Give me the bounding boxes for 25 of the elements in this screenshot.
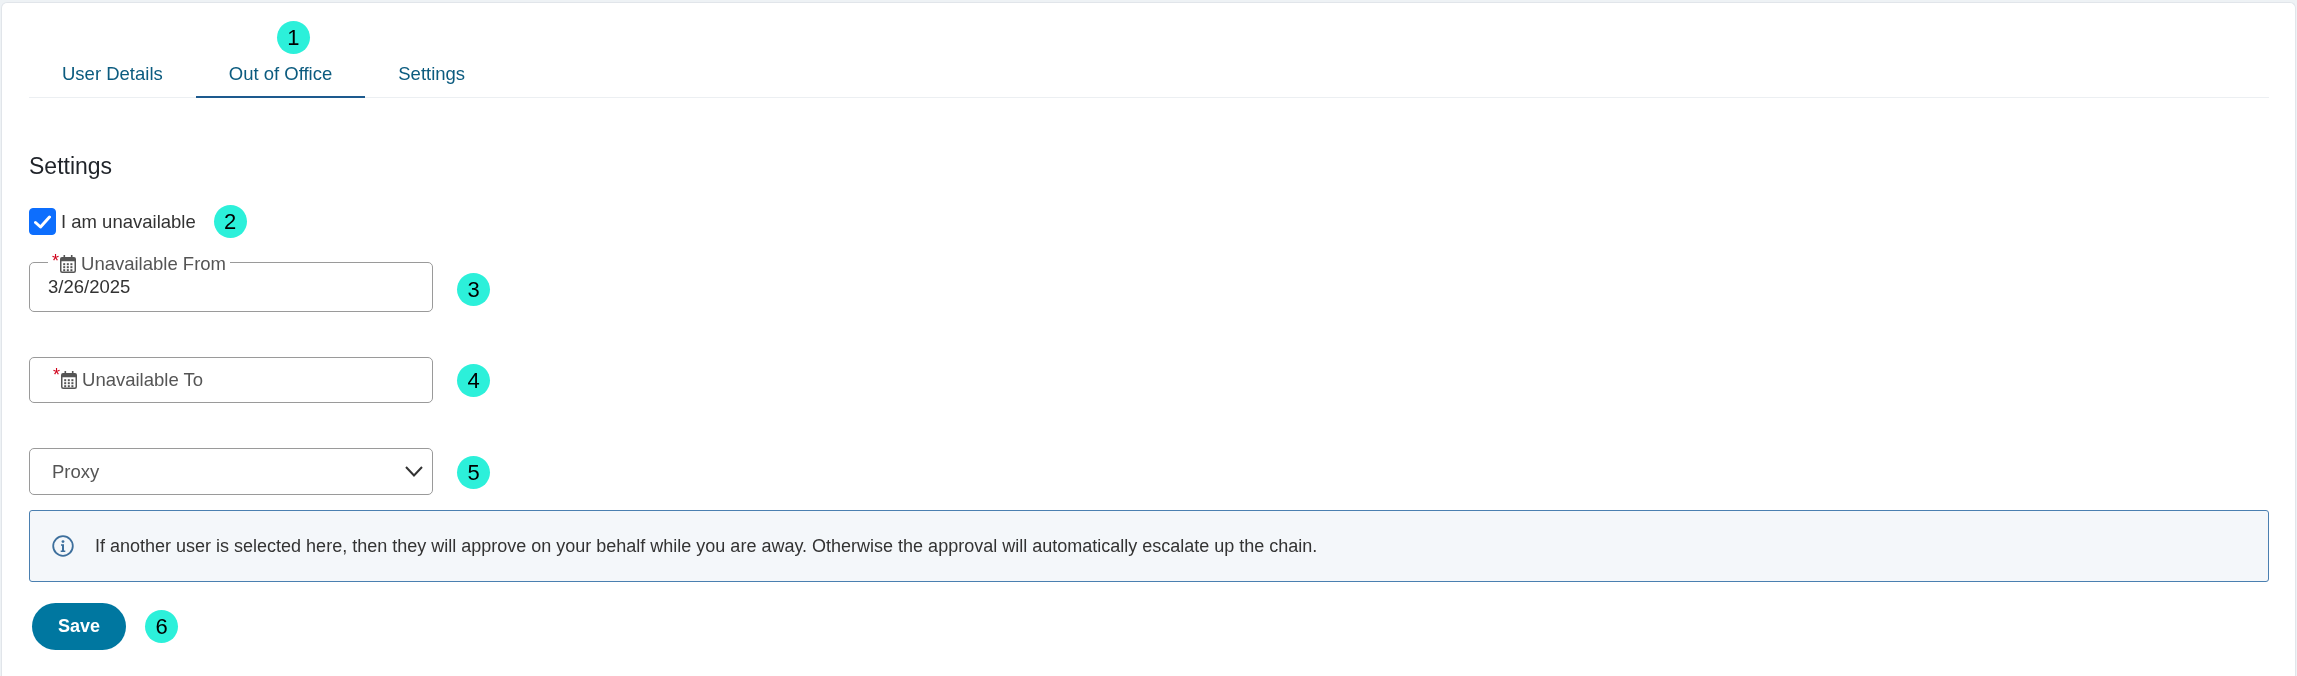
annotation-marker: 6 <box>145 610 178 643</box>
required-asterisk: * <box>53 366 60 384</box>
calendar-icon <box>61 371 77 389</box>
required-asterisk: * <box>52 252 59 270</box>
info-icon <box>52 535 74 557</box>
checkbox-label: I am unavailable <box>61 210 196 233</box>
annotation-marker: 2 <box>213 205 247 238</box>
annotation-marker: 3 <box>457 273 490 306</box>
date-field[interactable]: * Unavailable To <box>29 357 433 403</box>
annotation-marker: 4 <box>457 364 490 397</box>
field-label: Unavailable From <box>81 253 226 275</box>
check-icon <box>34 214 51 229</box>
checkbox[interactable] <box>29 208 56 235</box>
tab[interactable]: Settings <box>365 48 499 98</box>
tab[interactable]: User Details <box>29 48 196 98</box>
section-heading: Settings <box>29 152 113 180</box>
field-label: Unavailable To <box>82 368 204 392</box>
annotation-marker: 1 <box>276 21 310 54</box>
calendar-icon <box>60 255 76 273</box>
annotation-marker: 5 <box>457 456 490 489</box>
date-value: 3/26/2025 <box>48 275 132 299</box>
info-text: If another user is selected here, then they will approve on your behalf while you are away. Otherwise the approval will automatically escalate up the chain. <box>95 535 1318 557</box>
save-button[interactable]: Save <box>32 603 126 650</box>
proxy-select[interactable]: Proxy <box>29 448 433 495</box>
chevron-down-icon <box>405 466 423 477</box>
